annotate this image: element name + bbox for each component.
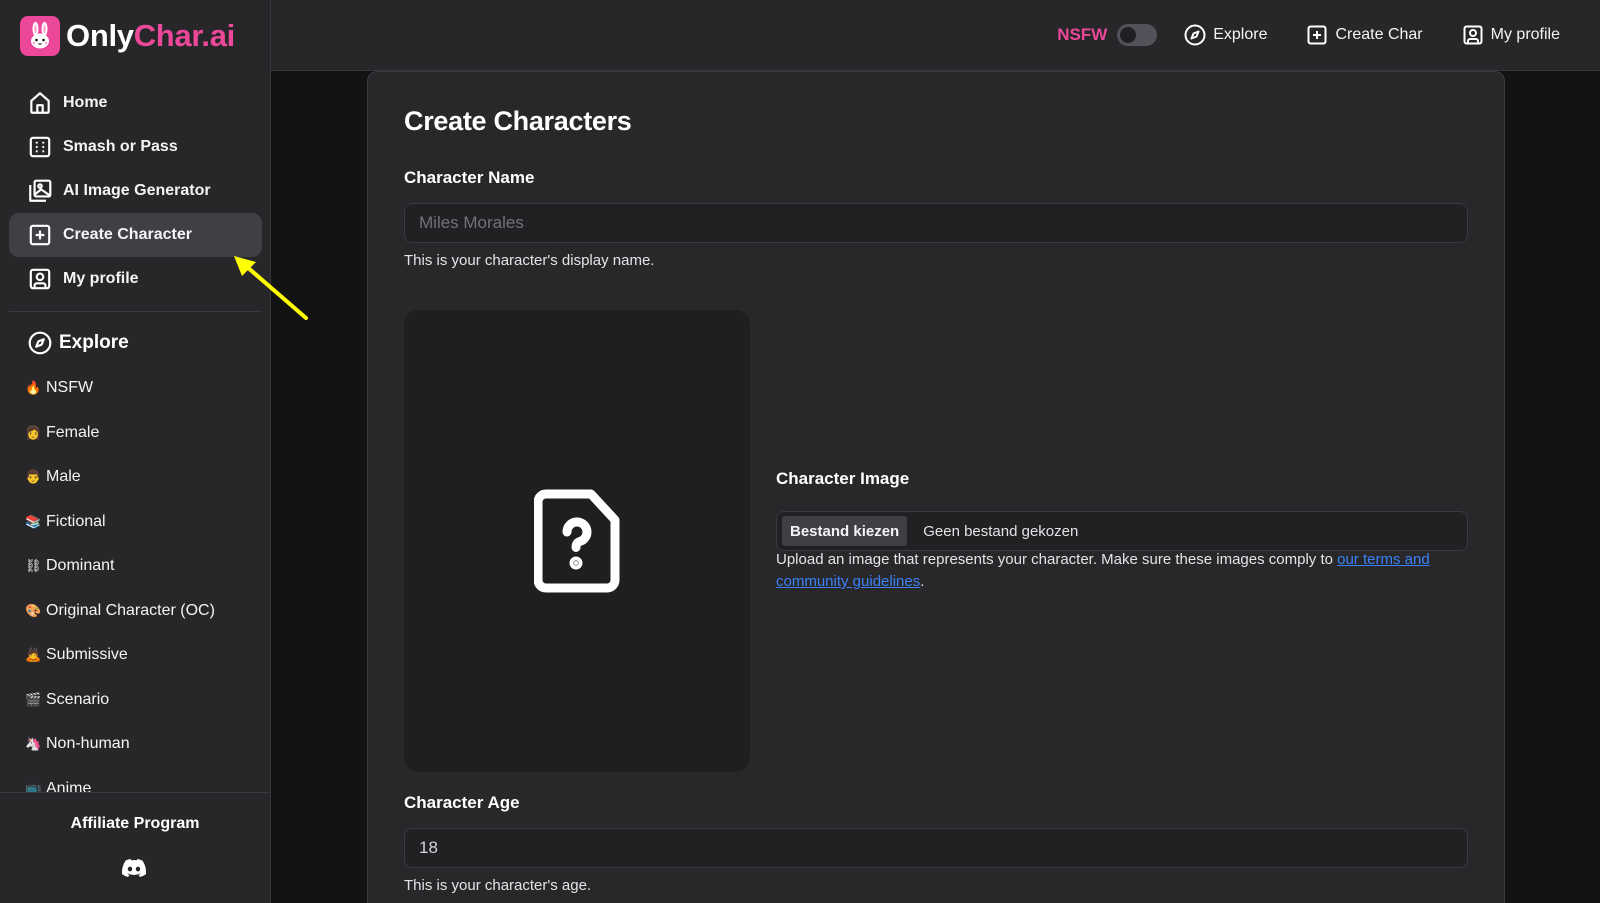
nsfw-label: NSFW	[1057, 25, 1108, 44]
choose-file-button[interactable]: Bestand kiezen	[782, 516, 908, 546]
sidebar-nav: Home Smash or Pass AI Image Generator Cr…	[9, 81, 262, 301]
category-label: Anime	[46, 779, 92, 792]
category-anime[interactable]: 📺 Anime	[25, 767, 265, 792]
page-title: Create Characters	[404, 106, 632, 136]
category-nsfw[interactable]: 🔥 NSFW	[25, 366, 265, 411]
top-link-label: Explore	[1213, 26, 1268, 43]
top-link-explore[interactable]: Explore	[1183, 23, 1267, 47]
image-gallery-icon	[29, 179, 52, 202]
top-bar: NSFW Explore Create Char My profile	[271, 0, 1600, 71]
palette-icon: 🎨	[25, 602, 42, 618]
character-image-help: Upload an image that represents your cha…	[776, 549, 1468, 593]
home-icon	[30, 92, 50, 114]
logo[interactable]: OnlyChar.ai	[20, 16, 235, 56]
file-status: Geen bestand gekozen	[923, 522, 1079, 540]
sidebar-item-label: My profile	[63, 270, 139, 287]
category-scenario[interactable]: 🎬 Scenario	[25, 678, 265, 723]
top-link-label: Create Char	[1335, 26, 1423, 43]
dice-grid-icon	[29, 136, 51, 158]
category-non-human[interactable]: 🦄 Non-human	[25, 722, 265, 767]
category-label: Original Character (OC)	[46, 601, 215, 619]
create-character-form: Create Characters Character Name Miles M…	[367, 71, 1505, 903]
character-age-label: Character Age	[404, 793, 520, 812]
compass-icon	[1184, 24, 1206, 46]
sidebar-item-label: Smash or Pass	[63, 138, 178, 155]
explore-heading[interactable]: Explore	[27, 330, 129, 356]
explore-heading-label: Explore	[59, 332, 129, 353]
unicorn-icon: 🦄	[25, 736, 42, 752]
fire-icon: 🔥	[25, 380, 42, 396]
character-name-help: This is your character's display name.	[404, 252, 655, 269]
category-label: Female	[46, 423, 100, 441]
image-preview	[404, 310, 750, 772]
man-icon: 👨	[25, 469, 42, 485]
character-name-label: Character Name	[404, 168, 535, 187]
category-label: Fictional	[46, 512, 106, 530]
sidebar-item-label: Home	[63, 94, 108, 111]
character-name-input[interactable]: Miles Morales	[404, 203, 1468, 243]
affiliate-program-link[interactable]: Affiliate Program	[0, 815, 270, 833]
sidebar-item-my-profile[interactable]: My profile	[9, 257, 262, 301]
category-list[interactable]: 🔥 NSFW 👩 Female 👨 Male 📚 Fictional ⛓ Dominant…	[25, 366, 265, 792]
sidebar-item-home[interactable]: Home	[9, 81, 262, 125]
character-image-label: Character Image	[776, 469, 910, 488]
help-suffix: .	[920, 573, 925, 590]
category-male[interactable]: 👨 Male	[25, 455, 265, 500]
file-question-icon	[534, 489, 620, 593]
category-original-character[interactable]: 🎨 Original Character (OC)	[25, 589, 265, 634]
sidebar-footer: Affiliate Program	[0, 792, 270, 903]
sidebar-item-ai-image-generator[interactable]: AI Image Generator	[9, 169, 262, 213]
nsfw-toggle[interactable]	[1117, 24, 1158, 46]
user-square-icon	[1463, 25, 1483, 45]
category-label: Dominant	[46, 557, 115, 575]
sidebar: OnlyChar.ai Home Smash or Pass AI Image …	[0, 0, 271, 903]
sidebar-item-label: AI Image Generator	[63, 182, 211, 199]
television-icon: 📺	[25, 780, 42, 792]
woman-icon: 👩	[25, 424, 42, 440]
sidebar-item-smash-or-pass[interactable]: Smash or Pass	[9, 125, 262, 169]
category-label: Submissive	[46, 646, 128, 664]
top-nav: NSFW Explore Create Char My profile	[1057, 22, 1560, 48]
character-age-input[interactable]: 18	[404, 828, 1468, 868]
plus-square-icon	[1307, 25, 1327, 45]
toggle-knob	[1120, 27, 1137, 43]
sidebar-divider	[9, 311, 262, 312]
bunny-icon	[20, 16, 60, 56]
category-fictional[interactable]: 📚 Fictional	[25, 500, 265, 545]
discord-icon[interactable]	[122, 859, 146, 877]
books-icon: 📚	[25, 513, 42, 529]
category-label: Non-human	[46, 735, 130, 753]
sidebar-item-create-character[interactable]: Create Character	[9, 213, 262, 257]
plus-square-icon	[29, 224, 51, 246]
category-label: Scenario	[46, 690, 110, 708]
category-label: Male	[46, 468, 81, 486]
category-submissive[interactable]: 🙇 Submissive	[25, 633, 265, 678]
user-square-icon	[29, 268, 51, 290]
category-label: NSFW	[46, 379, 94, 397]
top-link-label: My profile	[1490, 26, 1560, 43]
top-link-my-profile[interactable]: My profile	[1461, 23, 1560, 47]
clapperboard-icon: 🎬	[25, 691, 42, 707]
character-age-help: This is your character's age.	[404, 877, 592, 894]
character-image-file-input[interactable]: Bestand kiezen Geen bestand gekozen	[776, 511, 1468, 551]
help-text: Upload an image that represents your cha…	[776, 551, 1338, 568]
chains-icon: ⛓	[25, 558, 42, 574]
sidebar-item-label: Create Character	[63, 226, 192, 243]
category-female[interactable]: 👩 Female	[25, 411, 265, 456]
brand-name: OnlyChar.ai	[66, 18, 235, 53]
top-link-create-char[interactable]: Create Char	[1305, 23, 1423, 47]
compass-icon	[28, 331, 52, 355]
category-dominant[interactable]: ⛓ Dominant	[25, 544, 265, 589]
bowing-person-icon: 🙇	[25, 647, 42, 663]
